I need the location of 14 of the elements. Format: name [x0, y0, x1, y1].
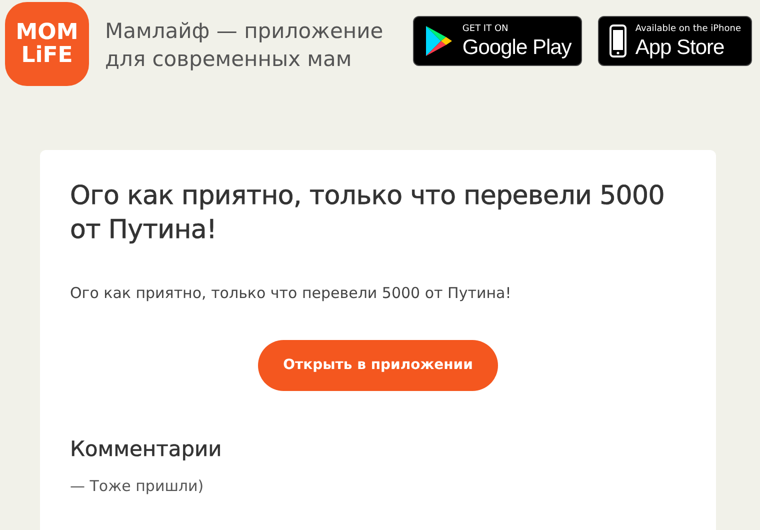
play-triangle-icon: [424, 25, 454, 57]
app-tagline: Мамлайф — приложение для современных мам: [105, 18, 384, 73]
comments-heading: Комментарии: [70, 436, 223, 461]
app-logo: MOM LiFE: [5, 2, 89, 86]
post-title: Ого как приятно, только что перевели 5000 от Путина!: [70, 180, 666, 247]
badge-caption: GET IT ON: [462, 24, 510, 34]
phone-icon: [609, 24, 628, 58]
badge-caption: Available on the iPhone: [635, 24, 741, 34]
comment-text: — Тоже пришли): [70, 476, 205, 495]
app-store-badge[interactable]: Available on the iPhone App Store: [598, 16, 752, 66]
post-text: Ого как приятно, только что перевели 5000 от Путина!: [70, 284, 512, 302]
store-name: App Store: [635, 36, 726, 58]
google-play-badge[interactable]: GET IT ON Google Play: [413, 16, 582, 66]
store-name: Google Play: [462, 36, 572, 58]
